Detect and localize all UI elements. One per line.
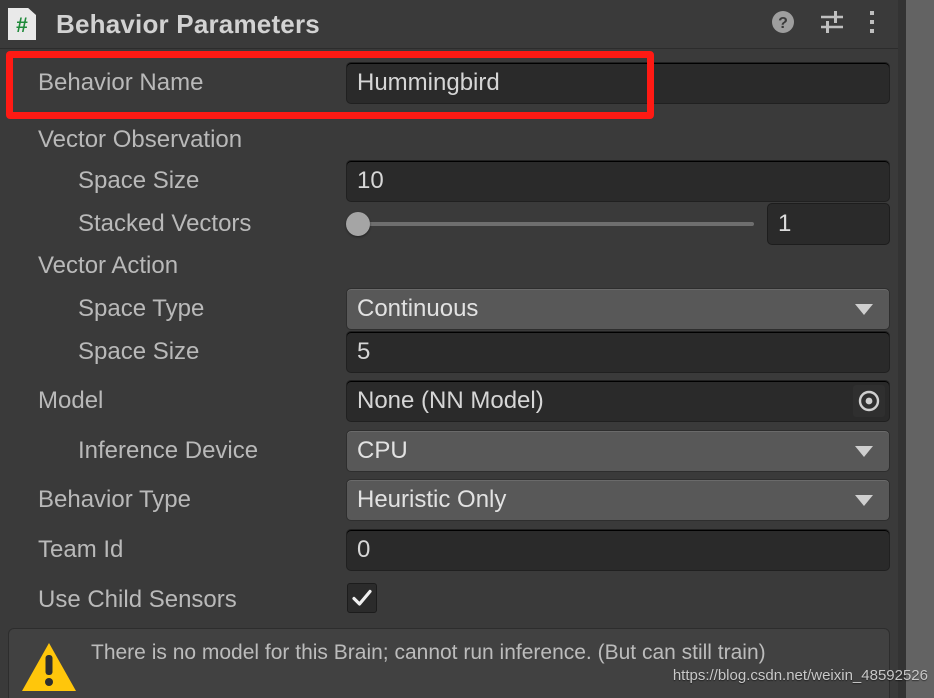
help-icon[interactable]: ? xyxy=(770,9,796,40)
behavior-type-row: Behavior Type Heuristic Only xyxy=(0,475,898,525)
use-child-sensors-label: Use Child Sensors xyxy=(38,586,237,613)
page-title: Behavior Parameters xyxy=(56,8,320,39)
stacked-vectors-value: 1 xyxy=(778,210,792,237)
action-space-type-dropdown[interactable]: Continuous xyxy=(346,288,890,330)
csharp-script-icon: # xyxy=(8,8,36,40)
chevron-down-icon xyxy=(855,445,873,457)
scrollbar-thumb[interactable] xyxy=(906,0,934,698)
chevron-down-icon xyxy=(855,494,873,506)
inference-device-dropdown[interactable]: CPU xyxy=(346,430,890,472)
behavior-type-dropdown[interactable]: Heuristic Only xyxy=(346,479,890,521)
scrollbar-track[interactable] xyxy=(898,0,906,698)
inspector-panel: # Behavior Parameters ? Behavior Name Hu… xyxy=(0,0,934,698)
warning-triangle-icon xyxy=(21,641,77,698)
stacked-vectors-slider[interactable] xyxy=(346,203,754,245)
inference-device-value: CPU xyxy=(357,437,408,464)
action-space-type-label: Space Type xyxy=(78,295,205,322)
kebab-menu-icon[interactable] xyxy=(868,9,876,40)
behavior-name-input[interactable]: Hummingbird xyxy=(346,62,890,104)
behavior-name-value: Hummingbird xyxy=(357,71,500,95)
model-row: Model None (NN Model) xyxy=(0,376,898,426)
use-child-sensors-checkbox[interactable] xyxy=(347,583,377,613)
vector-action-label: Vector Action xyxy=(38,252,179,279)
model-object-field[interactable]: None (NN Model) xyxy=(346,380,890,422)
slider-handle[interactable] xyxy=(346,212,370,236)
behavior-type-value: Heuristic Only xyxy=(357,486,507,513)
watermark-text: https://blog.csdn.net/weixin_48592526 xyxy=(672,667,928,684)
action-space-size-input[interactable]: 5 xyxy=(346,331,890,373)
vector-observation-label: Vector Observation xyxy=(38,126,243,153)
header-icon-group: ? xyxy=(770,9,876,40)
object-picker-icon[interactable] xyxy=(853,385,885,417)
action-space-size-label: Space Size xyxy=(78,338,200,365)
preset-settings-icon[interactable] xyxy=(818,9,846,40)
observation-space-size-input[interactable]: 10 xyxy=(346,160,890,202)
action-space-type-value: Continuous xyxy=(357,295,479,322)
model-value: None (NN Model) xyxy=(357,389,544,413)
model-label: Model xyxy=(38,387,104,414)
team-id-value: 0 xyxy=(357,538,371,562)
check-icon xyxy=(352,589,372,606)
warning-message-text: There is no model for this Brain; cannot… xyxy=(91,641,766,664)
warning-message-box: There is no model for this Brain; cannot… xyxy=(8,628,890,698)
slider-track[interactable] xyxy=(362,222,754,226)
inference-device-row: Inference Device CPU xyxy=(0,426,898,476)
action-space-size-row: Space Size 5 xyxy=(0,327,898,377)
observation-space-size-label: Space Size xyxy=(78,167,200,194)
behavior-type-label: Behavior Type xyxy=(38,486,191,513)
svg-text:?: ? xyxy=(778,15,788,32)
behavior-name-label: Behavior Name xyxy=(38,69,204,96)
inference-device-label: Inference Device xyxy=(78,437,259,464)
action-space-size-value: 5 xyxy=(357,340,371,364)
observation-space-size-value: 10 xyxy=(357,169,384,193)
component-header: # Behavior Parameters ? xyxy=(0,0,898,49)
team-id-input[interactable]: 0 xyxy=(346,529,890,571)
stacked-vectors-label: Stacked Vectors xyxy=(78,210,252,237)
csharp-script-icon-glyph: # xyxy=(16,13,28,37)
team-id-row: Team Id 0 xyxy=(0,525,898,575)
behavior-name-row: Behavior Name Hummingbird xyxy=(0,58,898,108)
chevron-down-icon xyxy=(855,303,873,315)
use-child-sensors-row: Use Child Sensors xyxy=(0,575,898,625)
team-id-label: Team Id xyxy=(38,536,124,563)
stacked-vectors-input[interactable]: 1 xyxy=(767,203,890,245)
